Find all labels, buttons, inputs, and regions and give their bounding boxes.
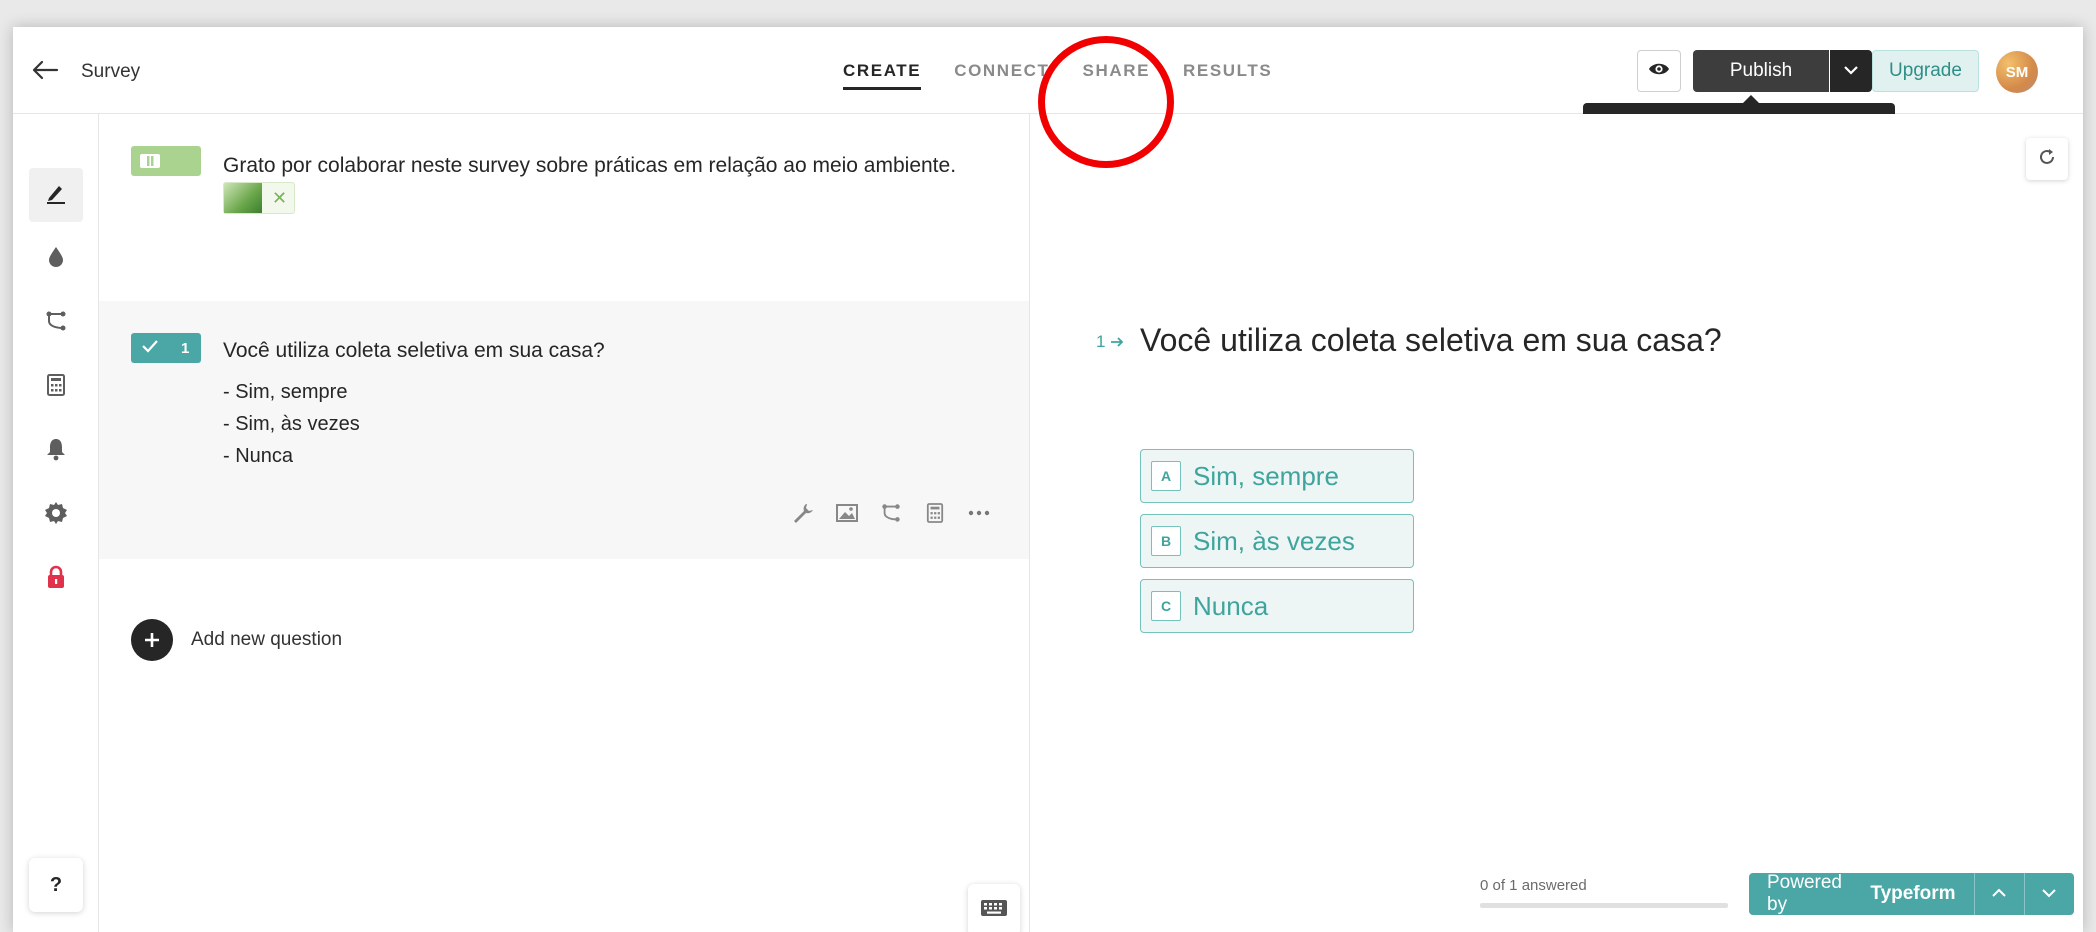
powered-by-prefix: Powered by — [1767, 872, 1842, 915]
avatar[interactable]: SM — [1996, 51, 2038, 93]
help-button[interactable]: ? — [29, 858, 83, 912]
next-question-button[interactable] — [2023, 873, 2074, 915]
media-attachment[interactable]: ✕ — [223, 182, 295, 214]
sidebar-item-calculator[interactable] — [29, 360, 83, 414]
wrench-icon[interactable] — [791, 501, 815, 525]
chevron-down-icon — [1843, 62, 1859, 80]
lock-icon — [46, 565, 66, 594]
chevron-down-icon — [2041, 885, 2057, 903]
bell-icon — [45, 437, 67, 466]
preview-choice-b[interactable]: B Sim, às vezes — [1140, 514, 1414, 568]
question-number: 1 — [181, 339, 190, 357]
pencil-icon — [44, 181, 68, 210]
keyboard-icon — [980, 899, 1008, 922]
question-choice[interactable]: - Sim, sempre — [223, 381, 347, 404]
choice-label: Sim, às vezes — [1193, 525, 1355, 556]
keyboard-shortcuts-button[interactable] — [968, 884, 1020, 932]
question-block[interactable]: 1 Você utiliza coleta seletiva em sua ca… — [99, 301, 1029, 559]
publish-options-button[interactable] — [1830, 50, 1872, 92]
logic-icon — [44, 309, 68, 338]
refresh-icon — [2037, 147, 2057, 172]
tab-results[interactable]: RESULTS — [1183, 61, 1272, 90]
refresh-preview-button[interactable] — [2026, 138, 2068, 180]
calculator-icon[interactable] — [923, 501, 947, 525]
form-title[interactable]: Survey — [81, 61, 140, 83]
calculator-icon — [46, 373, 66, 401]
sidebar-item-settings[interactable] — [29, 488, 83, 542]
add-question-button[interactable]: Add new question — [131, 619, 342, 661]
chevron-up-icon — [1991, 885, 2007, 903]
main-tabs: CREATE CONNECT SHARE RESULTS — [843, 61, 1305, 90]
welcome-screen-icon — [140, 154, 160, 168]
sidebar-item-create[interactable] — [29, 168, 83, 222]
publish-button[interactable]: Publish — [1693, 50, 1829, 92]
choice-key: C — [1151, 591, 1181, 621]
welcome-text[interactable]: Grato por colaborar neste survey sobre p… — [223, 154, 956, 178]
question-title[interactable]: Você utiliza coleta seletiva em sua casa… — [223, 339, 605, 363]
progress-text: 0 of 1 answered — [1480, 877, 1587, 894]
top-bar: Survey CREATE CONNECT SHARE RESULTS Publ… — [13, 27, 2083, 147]
arrow-right-icon — [1110, 332, 1124, 351]
builder-panel: Grato por colaborar neste survey sobre p… — [99, 114, 1030, 932]
more-options-icon[interactable] — [967, 501, 991, 525]
sidebar-item-access[interactable] — [29, 552, 83, 606]
plus-icon — [131, 619, 173, 661]
welcome-screen-badge[interactable] — [131, 146, 201, 176]
sidebar-item-design[interactable] — [29, 232, 83, 286]
app-window: Survey CREATE CONNECT SHARE RESULTS Publ… — [13, 27, 2083, 932]
question-toolbar — [791, 501, 991, 525]
sidebar-item-logic[interactable] — [29, 296, 83, 350]
preview-choice-c[interactable]: C Nunca — [1140, 579, 1414, 633]
live-preview-panel: 1 Você utiliza coleta seletiva em sua ca… — [1030, 114, 2083, 932]
powered-by-link[interactable]: Powered by Typeform — [1749, 872, 1974, 915]
choice-key: A — [1151, 461, 1181, 491]
powered-by-bar: Powered by Typeform — [1749, 872, 2074, 915]
previous-question-button[interactable] — [1973, 873, 2024, 915]
logic-icon[interactable] — [879, 501, 903, 525]
question-type-badge[interactable]: 1 — [131, 333, 201, 363]
tab-connect[interactable]: CONNECT — [954, 61, 1049, 90]
choice-label: Sim, sempre — [1193, 460, 1339, 491]
checkmark-icon — [141, 339, 159, 357]
brand-name: Typeform — [1870, 883, 1956, 904]
preview-question-number-text: 1 — [1096, 332, 1106, 351]
preview-button[interactable] — [1637, 50, 1681, 92]
question-choice[interactable]: - Nunca — [223, 445, 293, 468]
preview-choice-a[interactable]: A Sim, sempre — [1140, 449, 1414, 503]
sidebar-item-notifications[interactable] — [29, 424, 83, 478]
question-choice[interactable]: - Sim, às vezes — [223, 413, 360, 436]
remove-media-icon[interactable]: ✕ — [272, 188, 287, 209]
image-thumbnail — [224, 183, 262, 213]
gear-icon — [44, 501, 68, 530]
preview-question-number: 1 — [1096, 332, 1124, 352]
image-icon[interactable] — [835, 501, 859, 525]
choice-label: Nunca — [1193, 590, 1269, 621]
eye-icon — [1648, 61, 1670, 82]
tab-share[interactable]: SHARE — [1083, 61, 1151, 90]
drop-icon — [46, 245, 66, 274]
tab-create[interactable]: CREATE — [843, 61, 922, 90]
progress-bar — [1480, 903, 1728, 908]
choice-key: B — [1151, 526, 1181, 556]
preview-question-title: Você utiliza coleta seletiva em sua casa… — [1140, 322, 1722, 358]
upgrade-button[interactable]: Upgrade — [1872, 50, 1979, 92]
add-question-label: Add new question — [191, 629, 343, 650]
left-sidebar: ? — [13, 114, 99, 932]
back-arrow-icon[interactable] — [31, 59, 59, 81]
